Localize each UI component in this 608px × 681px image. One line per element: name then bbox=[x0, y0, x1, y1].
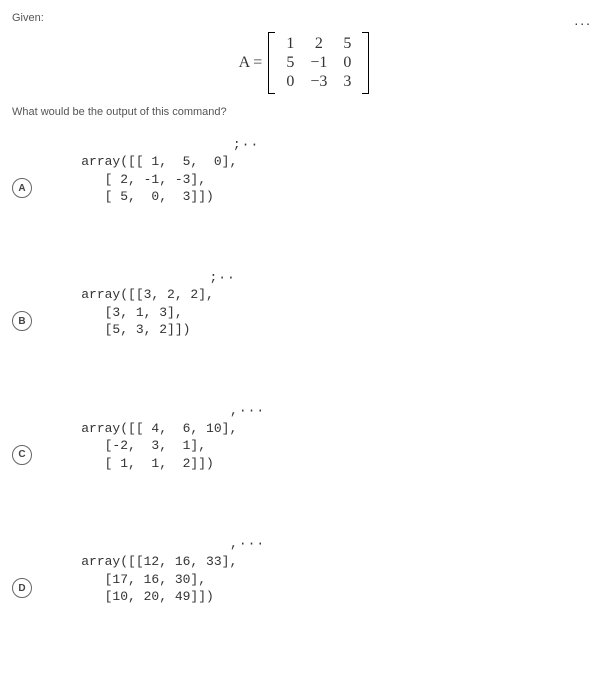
matrix-cell: 5 bbox=[278, 53, 302, 72]
option-code-d: array([[12, 16, 33], [17, 16, 30], [10, … bbox=[50, 535, 237, 640]
matrix-cell: 0 bbox=[335, 53, 359, 72]
option-a[interactable]: A array([[ 1, 5, 0], [ 2, -1, -3], [ 5, … bbox=[12, 136, 596, 241]
trailing-dots: ,··· bbox=[230, 535, 265, 553]
matrix-cell: −1 bbox=[302, 53, 335, 72]
option-code-a: array([[ 1, 5, 0], [ 2, -1, -3], [ 5, 0,… bbox=[50, 136, 237, 241]
matrix-table: 1 2 5 5 −1 0 0 −3 3 bbox=[278, 34, 359, 92]
option-letter-c: C bbox=[12, 445, 32, 465]
given-label: Given: bbox=[12, 12, 596, 24]
option-letter-d: D bbox=[12, 578, 32, 598]
matrix-brackets: 1 2 5 5 −1 0 0 −3 3 bbox=[268, 32, 369, 94]
matrix-cell: 3 bbox=[335, 72, 359, 91]
matrix-cell: −3 bbox=[302, 72, 335, 91]
code-text: array([[ 4, 6, 10], [-2, 3, 1], [ 1, 1, … bbox=[50, 421, 237, 471]
more-dots: ... bbox=[574, 12, 592, 28]
trailing-dots: ;·· bbox=[209, 269, 235, 287]
matrix-cell: 5 bbox=[335, 34, 359, 53]
matrix-cell: 0 bbox=[278, 72, 302, 91]
matrix-equation: A = 1 2 5 5 −1 0 0 −3 3 bbox=[12, 32, 596, 94]
option-c[interactable]: C array([[ 4, 6, 10], [-2, 3, 1], [ 1, 1… bbox=[12, 402, 596, 507]
option-code-b: array([[3, 2, 2], [3, 1, 3], [5, 3, 2]])… bbox=[50, 269, 214, 374]
matrix-cell: 1 bbox=[278, 34, 302, 53]
question-text: What would be the output of this command… bbox=[12, 106, 596, 118]
option-code-c: array([[ 4, 6, 10], [-2, 3, 1], [ 1, 1, … bbox=[50, 402, 237, 507]
trailing-dots: ,··· bbox=[230, 402, 265, 420]
option-letter-a: A bbox=[12, 178, 32, 198]
matrix-cell: 2 bbox=[302, 34, 335, 53]
option-d[interactable]: D array([[12, 16, 33], [17, 16, 30], [10… bbox=[12, 535, 596, 640]
option-letter-b: B bbox=[12, 311, 32, 331]
matrix-label: A = bbox=[239, 54, 263, 72]
code-text: array([[12, 16, 33], [17, 16, 30], [10, … bbox=[50, 554, 237, 604]
option-b[interactable]: B array([[3, 2, 2], [3, 1, 3], [5, 3, 2]… bbox=[12, 269, 596, 374]
trailing-dots: ;·· bbox=[233, 136, 259, 154]
code-text: array([[3, 2, 2], [3, 1, 3], [5, 3, 2]]) bbox=[50, 287, 214, 337]
code-text: array([[ 1, 5, 0], [ 2, -1, -3], [ 5, 0,… bbox=[50, 154, 237, 204]
